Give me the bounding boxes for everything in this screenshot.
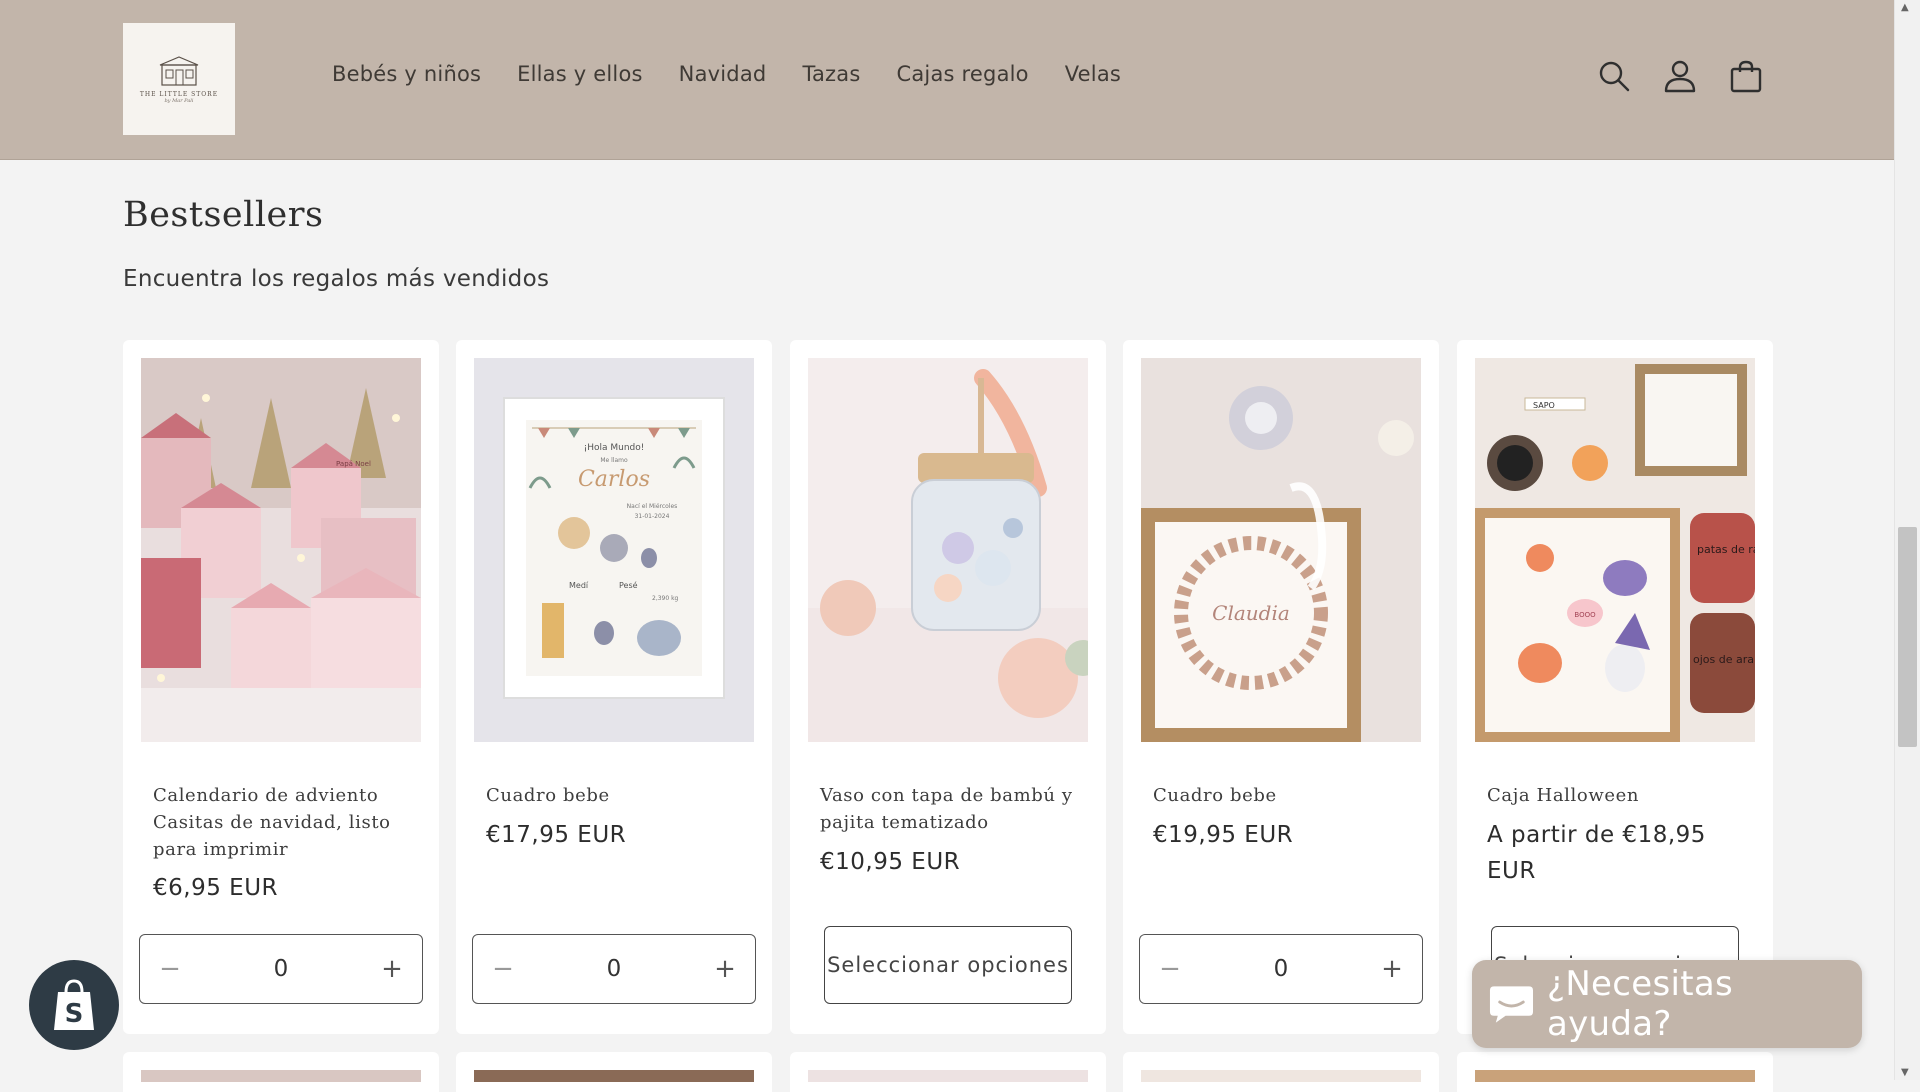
search-icon[interactable]	[1597, 59, 1631, 93]
product-card: Claudia Cuadro bebe €19,95 EUR − 0 +	[1123, 340, 1439, 1034]
nav-item-ellas-ellos[interactable]: Ellas y ellos	[517, 62, 643, 86]
jar-label-sapo: SAPO	[1533, 401, 1555, 410]
nav-item-bebes[interactable]: Bebés y niños	[332, 62, 481, 86]
product-price: €10,95 EUR	[820, 849, 961, 875]
store-logo[interactable]: THE LITTLE STORE by Mar Pali	[123, 23, 235, 135]
product-image[interactable]	[808, 1070, 1088, 1082]
product-image[interactable]	[474, 1070, 754, 1082]
page-scrollbar[interactable]: ▲ ▼	[1894, 0, 1920, 1080]
product-card: SAPO BOOO patas de rana ojos de araña Ca…	[1457, 340, 1773, 1034]
quantity-value[interactable]: 0	[1274, 956, 1289, 982]
product-card: Vaso con tapa de bambú y pajita tematiza…	[790, 340, 1106, 1034]
product-title[interactable]: Calendario de adviento Casitas de navida…	[153, 782, 413, 863]
scroll-up-icon[interactable]: ▲	[1901, 2, 1909, 13]
product-title[interactable]: Caja Halloween	[1487, 782, 1747, 809]
jar-label-frog-legs: patas de rana	[1697, 543, 1755, 556]
select-options-button[interactable]: Seleccionar opciones	[824, 926, 1072, 1004]
store-front-icon	[159, 55, 199, 86]
frame-greeting: ¡Hola Mundo!	[584, 443, 645, 453]
box-boo-label: BOOO	[1574, 611, 1596, 619]
logo-text: THE LITTLE STORE	[139, 90, 219, 98]
product-price: A partir de €18,95 EUR	[1487, 822, 1706, 884]
quantity-stepper: − 0 +	[139, 934, 423, 1004]
product-image[interactable]	[141, 1070, 421, 1082]
jar-label-spider-eyes: ojos de araña	[1693, 653, 1755, 666]
frame-baby-name: Carlos	[578, 467, 650, 492]
quantity-value[interactable]: 0	[607, 956, 622, 982]
product-image[interactable]	[1141, 1070, 1421, 1082]
account-icon[interactable]	[1663, 59, 1697, 93]
next-row-card	[1123, 1052, 1439, 1092]
nav-item-navidad[interactable]: Navidad	[679, 62, 767, 86]
product-image[interactable]: Papá Noel	[141, 358, 421, 742]
quantity-stepper: − 0 +	[1139, 934, 1423, 1004]
minus-icon[interactable]: −	[473, 954, 533, 984]
plus-icon[interactable]: +	[695, 954, 755, 984]
chat-bubble-icon	[1489, 986, 1534, 1023]
product-image[interactable]	[808, 358, 1088, 742]
calendar-label: Papá Noel	[336, 460, 371, 468]
product-card: ¡Hola Mundo! Me llamo Carlos Nací el Mié…	[456, 340, 772, 1034]
next-row-card	[456, 1052, 772, 1092]
product-price: €6,95 EUR	[153, 875, 279, 901]
product-price: €19,95 EUR	[1153, 822, 1294, 848]
scroll-down-icon[interactable]: ▼	[1901, 1067, 1909, 1078]
scrollbar-thumb[interactable]	[1898, 527, 1917, 747]
logo-subtext: by Mar Pali	[164, 97, 194, 104]
plus-icon[interactable]: +	[1362, 954, 1422, 984]
quantity-value[interactable]: 0	[274, 956, 289, 982]
next-row-card	[790, 1052, 1106, 1092]
product-image[interactable]: Claudia	[1141, 358, 1421, 742]
product-image[interactable]: SAPO BOOO patas de rana ojos de araña	[1475, 358, 1755, 742]
product-image[interactable]	[1475, 1070, 1755, 1082]
shopify-badge[interactable]: S	[29, 960, 119, 1050]
svg-text:S: S	[65, 999, 84, 1029]
nav-item-velas[interactable]: Velas	[1065, 62, 1121, 86]
frame-birth-date: 31-01-2024	[635, 513, 670, 520]
product-price: €17,95 EUR	[486, 822, 627, 848]
plus-icon[interactable]: +	[362, 954, 422, 984]
shopping-bag-icon: S	[54, 979, 94, 1030]
section-subtitle: Encuentra los regalos más vendidos	[123, 266, 550, 292]
product-title[interactable]: Cuadro bebe	[1153, 782, 1413, 809]
product-image[interactable]: ¡Hola Mundo! Me llamo Carlos Nací el Mié…	[474, 358, 754, 742]
frame-me-llamo: Me llamo	[600, 457, 628, 464]
frame-weight-value: 2,390 kg	[652, 595, 679, 602]
frame-weight-label: Pesé	[619, 580, 638, 590]
chat-label: ¿Necesitas ayuda?	[1546, 964, 1734, 1044]
product-title[interactable]: Vaso con tapa de bambú y pajita tematiza…	[820, 782, 1080, 836]
cart-icon[interactable]	[1729, 59, 1763, 93]
main-nav: Bebés y niños Ellas y ellos Navidad Taza…	[332, 62, 1157, 86]
next-row-card	[1457, 1052, 1773, 1092]
frame-name: Claudia	[1212, 601, 1290, 625]
site-header: THE LITTLE STORE by Mar Pali Bebés y niñ…	[0, 0, 1895, 160]
minus-icon[interactable]: −	[1140, 954, 1200, 984]
quantity-stepper: − 0 +	[472, 934, 756, 1004]
frame-height-label: Medí	[569, 581, 589, 590]
next-row-card	[123, 1052, 439, 1092]
frame-birth-day: Nací el Miércoles	[627, 503, 678, 510]
product-title[interactable]: Cuadro bebe	[486, 782, 746, 809]
minus-icon[interactable]: −	[140, 954, 200, 984]
product-card: Papá Noel Calendario de adviento Casitas…	[123, 340, 439, 1034]
nav-item-cajas-regalo[interactable]: Cajas regalo	[897, 62, 1029, 86]
nav-item-tazas[interactable]: Tazas	[802, 62, 860, 86]
section-title: Bestsellers	[123, 195, 324, 235]
chat-help-button[interactable]: ¿Necesitas ayuda?	[1472, 960, 1862, 1048]
